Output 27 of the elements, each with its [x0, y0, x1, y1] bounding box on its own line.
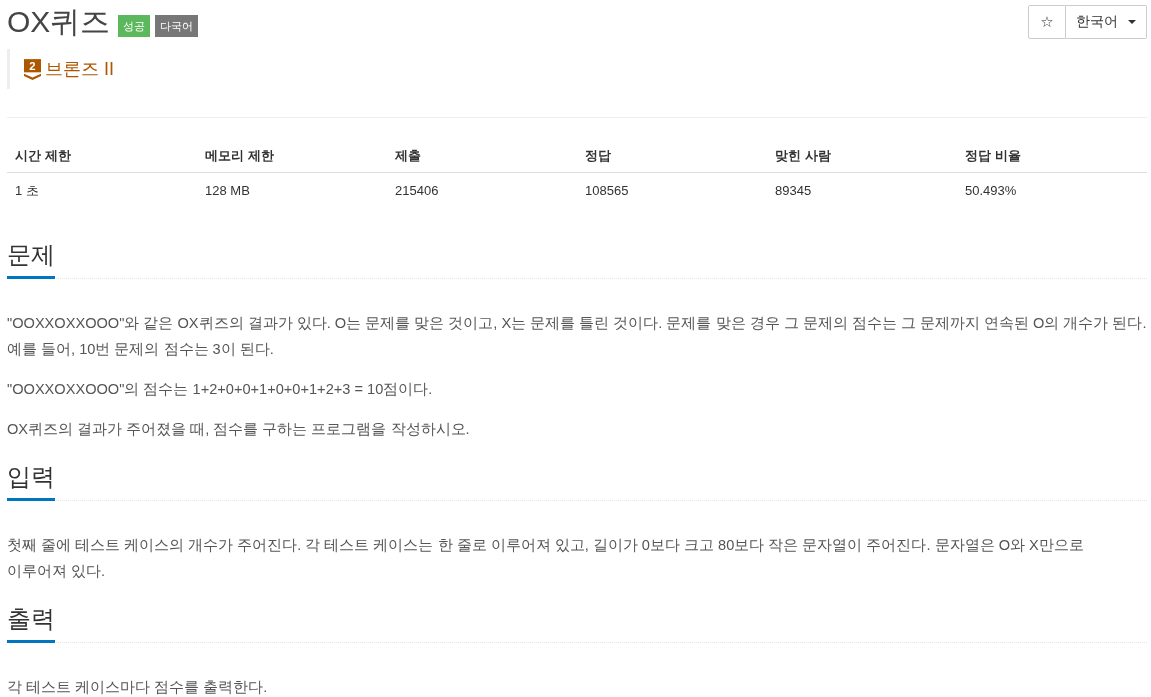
- tier-label: 브론즈 II: [45, 58, 114, 80]
- section-heading: 문제: [7, 240, 55, 279]
- paragraph: OX퀴즈의 결과가 주어졌을 때, 점수를 구하는 프로그램을 작성하시오.: [7, 420, 471, 439]
- table-cell: 1 초: [7, 172, 197, 207]
- column-header: 메모리 제한: [197, 138, 387, 173]
- table-cell: 89345: [767, 172, 957, 207]
- status-label: 다국어: [155, 15, 199, 37]
- paragraph: 각 테스트 케이스마다 점수를 출력한다.: [7, 678, 269, 697]
- paragraph: "OOXXOXXOOO"의 점수는 1+2+0+0+1+0+0+1+2+3 = 10점이다.: [7, 380, 434, 399]
- table-cell: 50.493%: [957, 172, 1147, 207]
- caret-icon: [1128, 20, 1136, 24]
- section-heading: 출력: [7, 604, 55, 643]
- section-heading: 입력: [7, 462, 55, 501]
- column-header: 정답 비율: [957, 138, 1147, 173]
- star-button[interactable]: ☆: [1028, 5, 1066, 39]
- problem-title: OX퀴즈: [7, 4, 111, 40]
- column-header: 시간 제한: [7, 138, 197, 173]
- table-cell: 108565: [577, 172, 767, 207]
- table-cell: 128 MB: [197, 172, 387, 207]
- column-header: 제출: [387, 138, 577, 173]
- paragraph: "OOXXOXXOOO"와 같은 OX퀴즈의 결과가 있다. O는 문제를 맞은 것이고, X는 문제를 틀린 것이다. 문제를 맞은 경우 그 문제의 점수는 그 문제까지 연속된 O의 개수가 된다. 예를 들어, 10번 문제의 점수는 3이 된다.: [7, 314, 1147, 359]
- paragraph: 첫째 줄에 테스트 케이스의 개수가 주어진다. 각 테스트 케이스는 한 줄로 이루어져 있고, 길이가 0보다 크고 80보다 작은 문자열이 주어진다. 문자열은 O와 X만으로 이루어져 있다.: [7, 536, 1085, 581]
- language-dropdown[interactable]: 한국어: [1066, 5, 1147, 39]
- status-label: 성공: [118, 15, 151, 37]
- column-header: 정답: [577, 138, 767, 173]
- table-cell: 215406: [387, 172, 577, 207]
- column-header: 맞힌 사람: [767, 138, 957, 173]
